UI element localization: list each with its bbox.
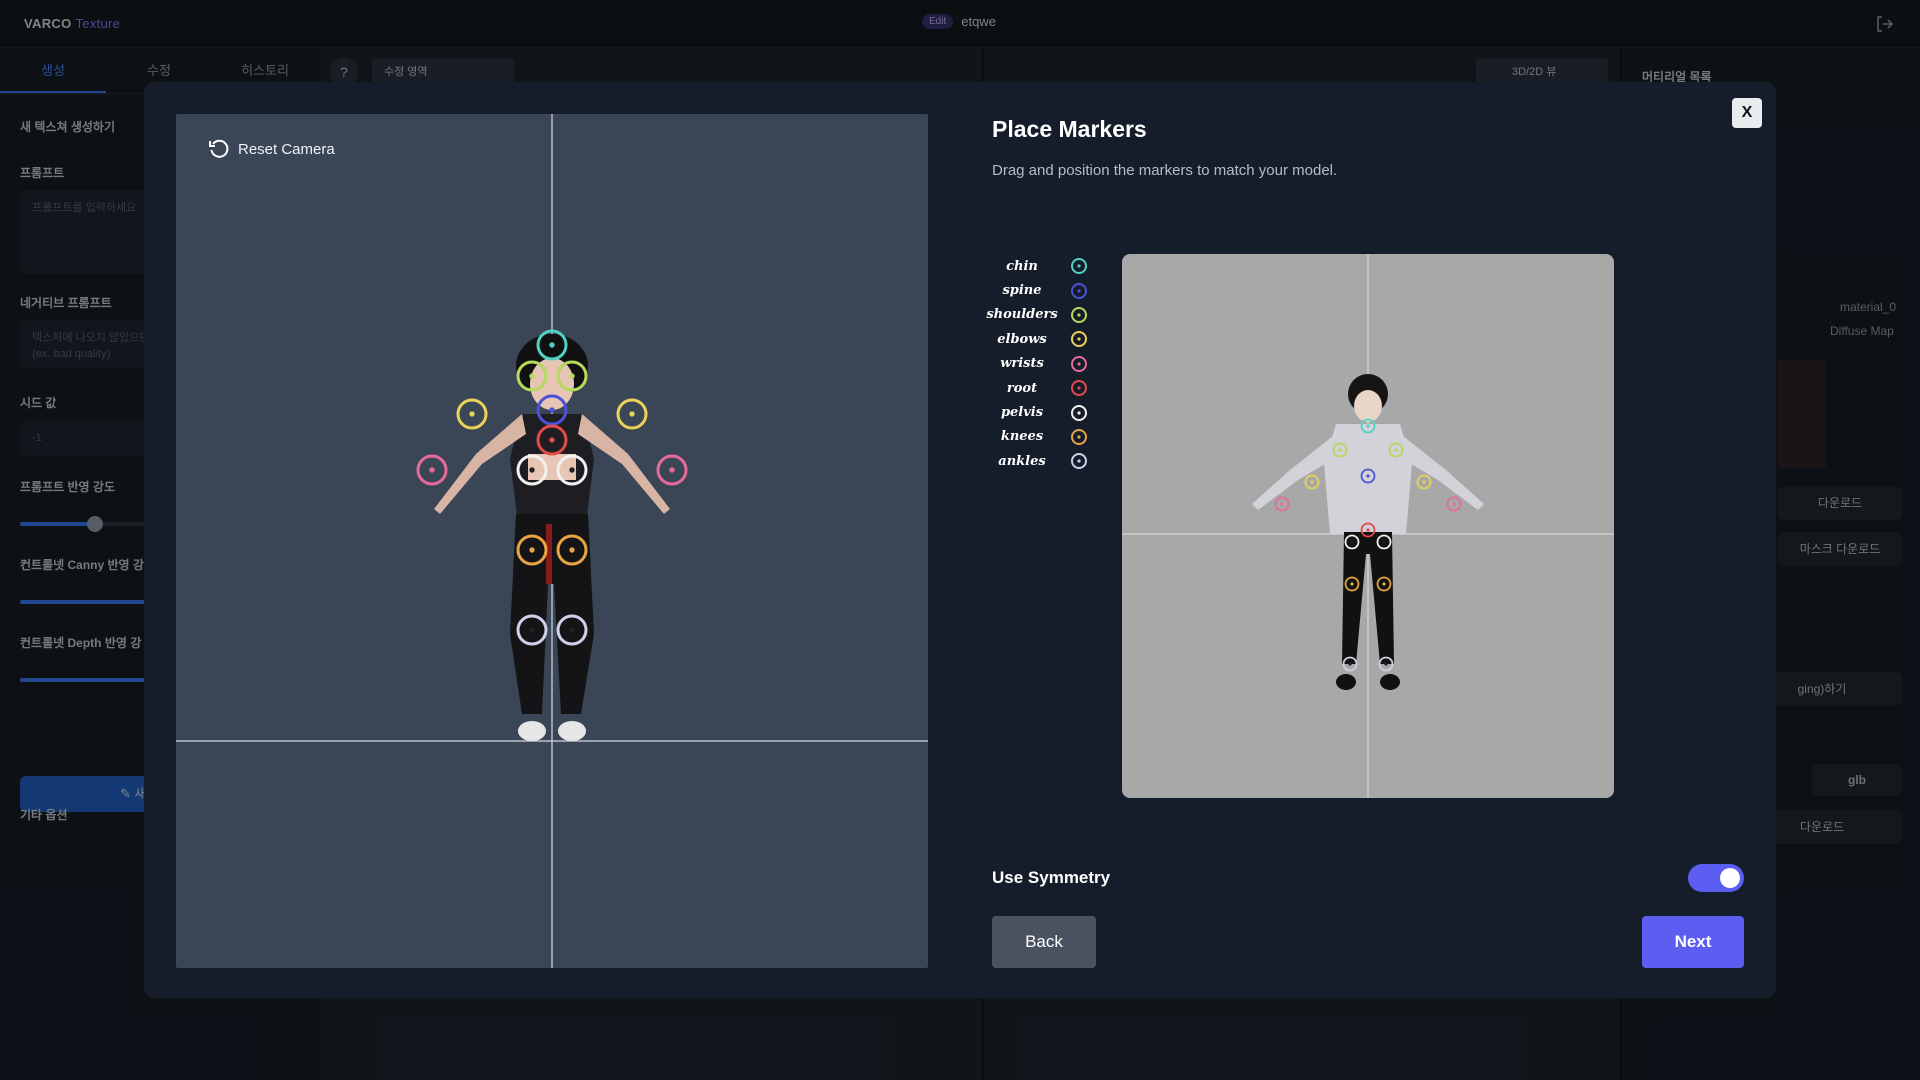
marker-ankles-icon <box>1071 453 1087 470</box>
legend-row[interactable]: ankles <box>984 449 1088 473</box>
marker-elbows-icon <box>1071 331 1087 348</box>
legend-label-wrists: wrists <box>1000 356 1044 372</box>
marker-wrists-right <box>1446 496 1462 512</box>
marker-shoulders-icon <box>1071 306 1087 323</box>
legend-row[interactable]: chin <box>984 254 1088 278</box>
marker-wrists-left[interactable] <box>416 454 448 486</box>
marker-legend: chin spine shoulders elbows wrists root … <box>984 254 1088 474</box>
toggle-knob <box>1720 868 1740 888</box>
use-symmetry-label: Use Symmetry <box>992 868 1111 887</box>
marker-elbows-left[interactable] <box>456 398 488 430</box>
legend-row[interactable]: knees <box>984 425 1088 449</box>
marker-pelvis-icon <box>1071 404 1087 421</box>
marker-wrists-left <box>1274 496 1290 512</box>
marker-root-icon <box>1071 380 1087 397</box>
legend-label-chin: chin <box>1006 258 1038 274</box>
legend-label-root: root <box>1006 380 1038 396</box>
legend-row[interactable]: spine <box>984 278 1088 302</box>
modal-title: Place Markers <box>992 116 1147 142</box>
legend-label-knees: knees <box>1000 429 1044 445</box>
model-canvas[interactable] <box>176 114 928 968</box>
next-button[interactable]: Next <box>1642 916 1744 968</box>
legend-row[interactable]: pelvis <box>984 400 1088 424</box>
marker-knees-icon <box>1071 428 1087 445</box>
marker-spine-icon <box>1071 282 1087 299</box>
legend-row[interactable]: shoulders <box>984 303 1088 327</box>
use-symmetry-toggle[interactable] <box>1688 864 1744 892</box>
legend-label-spine: spine <box>1002 283 1042 299</box>
legend-row[interactable]: root <box>984 376 1088 400</box>
close-button[interactable]: X <box>1732 98 1762 128</box>
reset-camera-button[interactable]: Reset Camera <box>208 138 335 160</box>
legend-row[interactable]: wrists <box>984 352 1088 376</box>
modal-subtitle: Drag and position the markers to match y… <box>992 162 1338 179</box>
marker-elbows-right <box>1416 474 1432 490</box>
marker-wrists-right[interactable] <box>656 454 688 486</box>
legend-label-ankles: ankles <box>998 453 1046 469</box>
reset-camera-label: Reset Camera <box>238 140 335 158</box>
marker-elbows-left <box>1304 474 1320 490</box>
reference-canvas <box>1122 254 1614 798</box>
place-markers-modal: X Reset Camera Place Markers Drag and po… <box>144 82 1776 998</box>
legend-row[interactable]: elbows <box>984 327 1088 351</box>
back-button[interactable]: Back <box>992 916 1096 968</box>
marker-wrists-icon <box>1071 355 1087 372</box>
marker-elbows-right[interactable] <box>616 398 648 430</box>
marker-viewport[interactable]: Reset Camera <box>176 114 928 968</box>
reference-preview <box>1122 254 1614 798</box>
legend-label-pelvis: pelvis <box>1000 405 1044 421</box>
marker-chin-icon <box>1071 258 1087 275</box>
legend-label-elbows: elbows <box>997 331 1047 347</box>
reset-icon <box>209 139 229 158</box>
legend-label-shoulders: shoulders <box>986 307 1058 323</box>
